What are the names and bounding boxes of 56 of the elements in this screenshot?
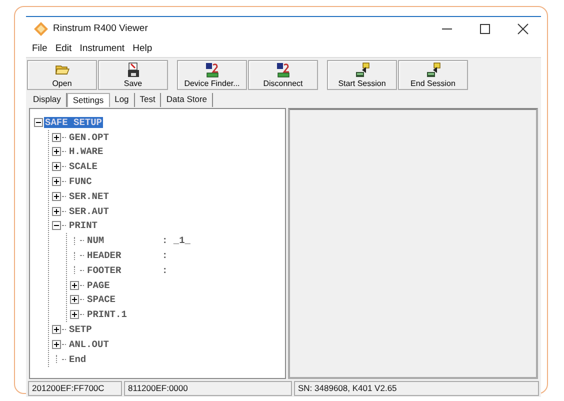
computer-icon — [275, 62, 291, 78]
tree-item[interactable]: HEADER — [86, 250, 162, 262]
tree-item[interactable]: SAFE SETUP — [44, 116, 104, 128]
expand-icon[interactable] — [70, 295, 79, 304]
expand-icon[interactable] — [52, 340, 61, 349]
menu-item[interactable]: Instrument — [80, 43, 125, 54]
setting-value: : — [162, 250, 168, 262]
toolbar-button[interactable]: Open — [27, 60, 97, 90]
setting-value: : _1_ — [162, 235, 191, 246]
computer-icon — [354, 62, 370, 78]
maximize-icon[interactable] — [479, 22, 491, 34]
setting-value: : — [162, 264, 168, 276]
expand-icon[interactable] — [52, 162, 61, 172]
tree-item[interactable]: PRINT.1 — [86, 309, 162, 320]
menu-item[interactable]: File — [32, 43, 48, 54]
toolbar-button[interactable]: Disconnect — [248, 60, 318, 90]
expand-icon[interactable] — [52, 325, 61, 334]
tree-item[interactable]: H.WARE — [68, 146, 104, 158]
expand-icon[interactable] — [70, 280, 79, 290]
toolbar-button[interactable]: Start Session — [327, 60, 397, 90]
expand-icon[interactable] — [52, 177, 61, 186]
tree-item[interactable]: PAGE — [86, 280, 162, 291]
expand-icon[interactable] — [52, 132, 61, 142]
app-icon — [34, 22, 48, 36]
collapse-icon[interactable] — [52, 221, 61, 230]
tree-item[interactable]: NUM — [86, 235, 162, 246]
computer-icon — [204, 62, 220, 78]
status-text: SN: 3489608, K401 V2.65 — [294, 381, 539, 396]
menu-item[interactable]: Edit — [55, 43, 72, 54]
menu-item[interactable]: Help — [132, 43, 152, 54]
tree-item[interactable]: SCALE — [68, 161, 99, 172]
toolbar-button[interactable]: Device Finder... — [177, 60, 247, 90]
status-text: 201200EF:FF700C — [28, 381, 122, 396]
tree-item[interactable]: End — [68, 354, 88, 365]
expand-icon[interactable] — [52, 192, 61, 201]
window-title: Rinstrum R400 Viewer — [53, 23, 148, 34]
status-text: 811200EF:0000 — [124, 381, 292, 396]
tab[interactable]: Settings — [66, 93, 110, 107]
tree-item[interactable]: PRINT — [68, 220, 99, 232]
tree-item[interactable]: FOOTER — [86, 264, 162, 276]
toolbar-button[interactable]: End Session — [398, 60, 468, 90]
close-icon[interactable] — [517, 22, 529, 34]
expand-icon[interactable] — [52, 147, 61, 156]
tree-item[interactable]: SER.AUT — [68, 206, 110, 217]
tree-item[interactable]: SER.NET — [68, 190, 110, 202]
toolbar-button[interactable]: Save — [98, 60, 168, 90]
tree-item[interactable]: ANL.OUT — [68, 338, 110, 350]
tree-item[interactable]: SETP — [68, 324, 93, 336]
tree-item[interactable]: SPACE — [86, 294, 162, 306]
collapse-icon[interactable] — [34, 118, 43, 127]
floppy-icon — [125, 62, 141, 78]
tree-item[interactable]: FUNC — [68, 176, 93, 188]
expand-icon[interactable] — [52, 206, 61, 216]
tree-item[interactable]: GEN.OPT — [68, 132, 110, 143]
expand-icon[interactable] — [70, 310, 79, 320]
computer-icon — [425, 62, 441, 78]
